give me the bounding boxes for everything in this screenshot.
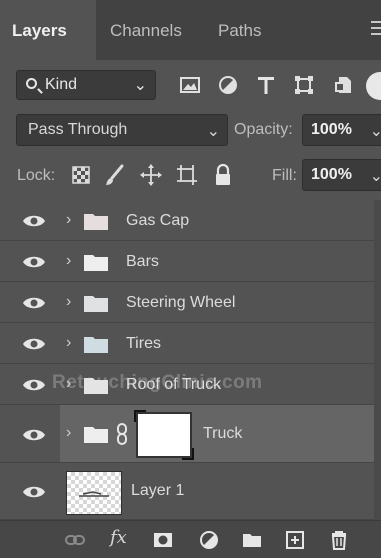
opacity-label: Opacity: xyxy=(234,121,293,138)
mask-link-icon[interactable] xyxy=(116,423,128,445)
fill-label: Fill: xyxy=(272,167,297,184)
expand-caret-icon[interactable]: › xyxy=(66,211,71,229)
expand-caret-icon[interactable]: › xyxy=(66,293,71,311)
blend-mode-select[interactable]: Pass Through ⌄ xyxy=(16,114,228,146)
panel-menu-icon[interactable] xyxy=(371,21,381,39)
tab-paths-label: Paths xyxy=(218,21,262,40)
expand-caret-icon[interactable]: › xyxy=(66,375,71,393)
layer-row-tires[interactable]: › Tires xyxy=(0,323,381,364)
eye-icon[interactable] xyxy=(21,212,47,230)
eye-icon[interactable] xyxy=(21,376,47,394)
lock-label: Lock: xyxy=(17,167,56,184)
chevron-down-icon: ⌄ xyxy=(133,77,147,94)
add-mask-icon[interactable] xyxy=(152,529,174,551)
expand-caret-icon[interactable]: › xyxy=(66,252,71,270)
search-icon xyxy=(26,78,37,89)
layers-bottom-toolbar: fx xyxy=(0,520,381,558)
new-group-icon[interactable] xyxy=(241,529,263,551)
layer-name: Layer 1 xyxy=(131,482,185,499)
layer-name: Steering Wheel xyxy=(126,294,236,311)
lock-transparent-pixels-icon[interactable] xyxy=(68,162,94,188)
eye-icon[interactable] xyxy=(21,253,47,271)
lock-all-icon[interactable] xyxy=(210,162,236,188)
folder-icon xyxy=(84,255,108,271)
tab-layers-label: Layers xyxy=(12,21,67,40)
link-layers-icon[interactable] xyxy=(64,529,86,551)
folder-icon xyxy=(84,214,108,230)
tab-channels-label: Channels xyxy=(110,21,182,40)
layer-name: Bars xyxy=(126,253,159,270)
fx-icon[interactable]: fx xyxy=(110,527,127,548)
layer-name: Gas Cap xyxy=(126,212,190,229)
folder-icon xyxy=(84,378,108,394)
eye-icon[interactable] xyxy=(21,483,47,501)
layers-panel: Layers Channels Paths Kind ⌄ Pass Throug… xyxy=(0,0,381,558)
layer-row-layer-1[interactable]: Layer 1 xyxy=(0,463,381,520)
tab-channels[interactable]: Channels xyxy=(110,0,182,60)
tab-paths[interactable]: Paths xyxy=(218,0,261,60)
panel-tab-bar: Layers Channels Paths xyxy=(0,0,381,60)
eye-icon[interactable] xyxy=(21,335,47,353)
type-filter-icon[interactable] xyxy=(252,71,280,99)
layer-list: › Gas Cap › Bars › Steering Wheel › Tire… xyxy=(0,200,381,520)
folder-icon xyxy=(84,337,108,353)
fill-field[interactable]: 100% ⌄ xyxy=(302,159,381,191)
tab-layers[interactable]: Layers xyxy=(0,0,96,60)
eye-icon[interactable] xyxy=(21,426,47,444)
chevron-down-icon[interactable]: ⌄ xyxy=(370,166,381,186)
filter-kind-label: Kind xyxy=(45,76,78,93)
opacity-field[interactable]: 100% ⌄ xyxy=(302,114,381,146)
layer-mask-thumbnail[interactable] xyxy=(134,410,194,460)
eye-icon[interactable] xyxy=(21,294,47,312)
layer-row-gas-cap[interactable]: › Gas Cap xyxy=(0,200,381,241)
expand-caret-icon[interactable]: › xyxy=(66,424,71,442)
truck-sketch-icon xyxy=(79,491,109,497)
chevron-down-icon: ⌄ xyxy=(206,123,220,140)
lock-image-pixels-icon[interactable] xyxy=(102,162,128,188)
chevron-down-icon[interactable]: ⌄ xyxy=(370,121,381,141)
layer-list-scrollbar[interactable] xyxy=(374,200,381,520)
lock-position-icon[interactable] xyxy=(138,162,164,188)
layer-row-roof-of-truck[interactable]: › Roof of Truck xyxy=(0,364,381,405)
filter-toggle[interactable] xyxy=(366,72,381,100)
lock-artboard-icon[interactable] xyxy=(174,162,200,188)
blend-mode-value: Pass Through xyxy=(28,121,128,138)
layer-row-truck[interactable]: › Truck xyxy=(0,405,381,463)
folder-icon xyxy=(84,296,108,312)
opacity-value: 100% xyxy=(311,121,352,138)
layer-name: Truck xyxy=(203,425,243,442)
adjustment-filter-icon[interactable] xyxy=(214,71,242,99)
adjustment-layer-icon[interactable] xyxy=(198,529,220,551)
filter-kind-select[interactable]: Kind ⌄ xyxy=(16,70,156,100)
layer-name: Roof of Truck xyxy=(126,376,222,393)
shape-filter-icon[interactable] xyxy=(290,71,318,99)
layer-thumbnail[interactable] xyxy=(66,471,122,515)
image-filter-icon[interactable] xyxy=(176,71,204,99)
expand-caret-icon[interactable]: › xyxy=(66,334,71,352)
folder-icon xyxy=(84,427,108,443)
layer-name: Tires xyxy=(126,335,161,352)
layer-row-steering-wheel[interactable]: › Steering Wheel xyxy=(0,282,381,323)
new-layer-icon[interactable] xyxy=(284,529,306,551)
smart-object-filter-icon[interactable] xyxy=(330,71,358,99)
layer-row-bars[interactable]: › Bars xyxy=(0,241,381,282)
trash-icon[interactable] xyxy=(328,529,350,551)
fill-value: 100% xyxy=(311,166,352,183)
